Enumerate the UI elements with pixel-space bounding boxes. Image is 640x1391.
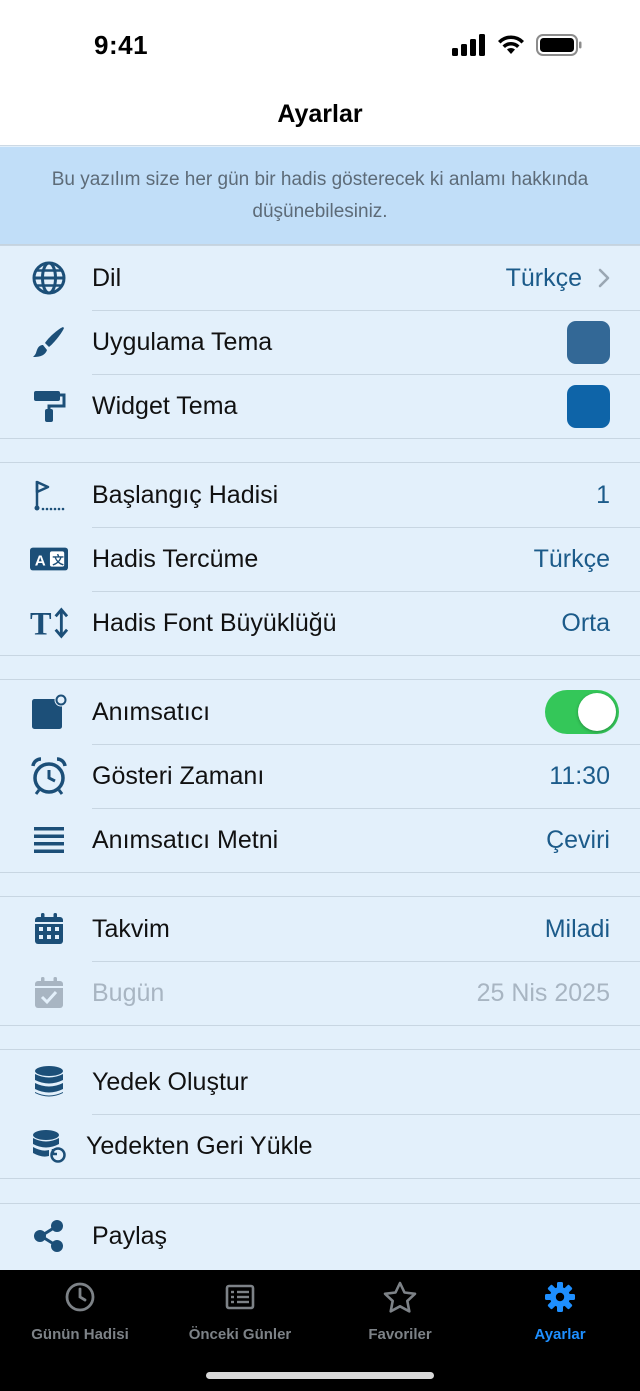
svg-text:A: A xyxy=(35,553,46,570)
svg-text:文: 文 xyxy=(52,553,64,567)
paint-roller-icon xyxy=(30,388,68,424)
calendar-row[interactable]: Takvim Miladi xyxy=(0,897,640,961)
app-theme-label: Uygulama Tema xyxy=(92,327,273,356)
tab-label: Ayarlar xyxy=(534,1326,586,1343)
reminder-label: Anımsatıcı xyxy=(92,697,211,726)
tab-settings[interactable]: Ayarlar xyxy=(480,1280,640,1350)
reminder-text-value: Çeviri xyxy=(546,825,610,854)
status-icons xyxy=(452,34,582,56)
calendar-value: Miladi xyxy=(544,914,610,943)
appearance-group: Dil Türkçe Uygulama Tema Widget Tema xyxy=(0,245,640,439)
wifi-icon xyxy=(498,35,524,54)
calendar-icon xyxy=(30,911,68,947)
today-value: 25 Nis 2025 xyxy=(476,978,610,1007)
reminder-row[interactable]: Anımsatıcı xyxy=(0,680,640,744)
hadith-group: Başlangıç Hadisi 1 A 文 Hadis Tercüme Tür… xyxy=(0,462,640,656)
flag-icon xyxy=(30,477,68,513)
calendar-check-icon xyxy=(30,975,68,1011)
toggle-knob xyxy=(578,693,616,731)
share-label: Paylaş xyxy=(92,1221,168,1250)
star-icon xyxy=(383,1281,417,1313)
today-row: Bugün 25 Nis 2025 xyxy=(0,961,640,1025)
create-backup-row[interactable]: Yedek Oluştur xyxy=(0,1050,640,1114)
tab-favorites[interactable]: Favoriler xyxy=(320,1280,480,1350)
font-size-label: Hadis Font Büyüklüğü xyxy=(92,608,337,637)
notification-badge-icon xyxy=(30,694,68,730)
tab-previous-days[interactable]: Önceki Günler xyxy=(160,1280,320,1350)
widget-theme-row[interactable]: Widget Tema xyxy=(0,374,640,438)
widget-theme-color-swatch[interactable] xyxy=(567,385,610,428)
globe-icon xyxy=(30,260,68,296)
font-size-value: Orta xyxy=(561,608,610,637)
create-backup-label: Yedek Oluştur xyxy=(92,1067,249,1096)
cellular-signal-icon xyxy=(452,34,485,56)
translate-icon: A 文 xyxy=(30,541,68,577)
today-label: Bugün xyxy=(92,978,165,1007)
lines-icon xyxy=(30,822,68,858)
navigation-bar: Ayarlar xyxy=(0,90,640,146)
list-icon xyxy=(225,1284,255,1310)
tab-todays-hadith[interactable]: Günün Hadisi xyxy=(0,1280,160,1350)
show-time-value: 11:30 xyxy=(549,761,610,790)
widget-theme-label: Widget Tema xyxy=(92,391,238,420)
clock-icon xyxy=(65,1282,95,1312)
reminder-group: Anımsatıcı Gösteri Zamanı 11:30 Anımsatı… xyxy=(0,679,640,873)
paintbrush-icon xyxy=(30,324,68,360)
start-hadith-value: 1 xyxy=(596,480,610,509)
language-value: Türkçe xyxy=(505,263,582,292)
translation-row[interactable]: A 文 Hadis Tercüme Türkçe xyxy=(0,527,640,591)
reminder-toggle[interactable] xyxy=(545,690,619,734)
svg-text:T: T xyxy=(30,606,52,640)
intro-text: Bu yazılım size her gün bir hadis göster… xyxy=(51,168,589,222)
backup-group: Yedek Oluştur Yedekten Geri Yükle xyxy=(0,1049,640,1179)
tab-label: Önceki Günler xyxy=(188,1326,292,1343)
gear-icon xyxy=(545,1282,575,1312)
app-theme-color-swatch[interactable] xyxy=(567,321,610,364)
text-size-icon: T xyxy=(30,605,68,641)
database-icon xyxy=(30,1064,68,1100)
home-indicator xyxy=(206,1372,434,1379)
intro-banner: Bu yazılım size her gün bir hadis göster… xyxy=(0,147,640,245)
language-label: Dil xyxy=(92,263,122,292)
app-theme-row[interactable]: Uygulama Tema xyxy=(0,310,640,374)
chevron-right-icon xyxy=(598,268,610,288)
translation-value: Türkçe xyxy=(533,544,610,573)
status-time: 9:41 xyxy=(94,30,149,60)
page-title: Ayarlar xyxy=(277,100,363,128)
share-icon xyxy=(30,1218,68,1254)
show-time-row[interactable]: Gösteri Zamanı 11:30 xyxy=(0,744,640,808)
database-restore-icon xyxy=(30,1128,68,1164)
restore-backup-label: Yedekten Geri Yükle xyxy=(86,1131,313,1160)
calendar-label: Takvim xyxy=(92,914,170,943)
show-time-label: Gösteri Zamanı xyxy=(92,761,265,790)
calendar-group: Takvim Miladi Bugün 25 Nis 2025 xyxy=(0,896,640,1026)
start-hadith-label: Başlangıç Hadisi xyxy=(92,480,279,509)
font-size-row[interactable]: T Hadis Font Büyüklüğü Orta xyxy=(0,591,640,655)
tab-label: Favoriler xyxy=(368,1326,432,1343)
reminder-text-label: Anımsatıcı Metni xyxy=(92,825,279,854)
battery-icon xyxy=(536,34,582,56)
status-bar: 9:41 xyxy=(0,0,640,90)
translation-label: Hadis Tercüme xyxy=(92,544,259,573)
tab-label: Günün Hadisi xyxy=(31,1326,129,1343)
language-row[interactable]: Dil Türkçe xyxy=(0,246,640,310)
share-row[interactable]: Paylaş xyxy=(0,1204,640,1268)
reminder-text-row[interactable]: Anımsatıcı Metni Çeviri xyxy=(0,808,640,872)
alarm-clock-icon xyxy=(30,757,68,795)
restore-backup-row[interactable]: Yedekten Geri Yükle xyxy=(0,1114,640,1178)
start-hadith-row[interactable]: Başlangıç Hadisi 1 xyxy=(0,463,640,527)
share-group: Paylaş xyxy=(0,1203,640,1268)
